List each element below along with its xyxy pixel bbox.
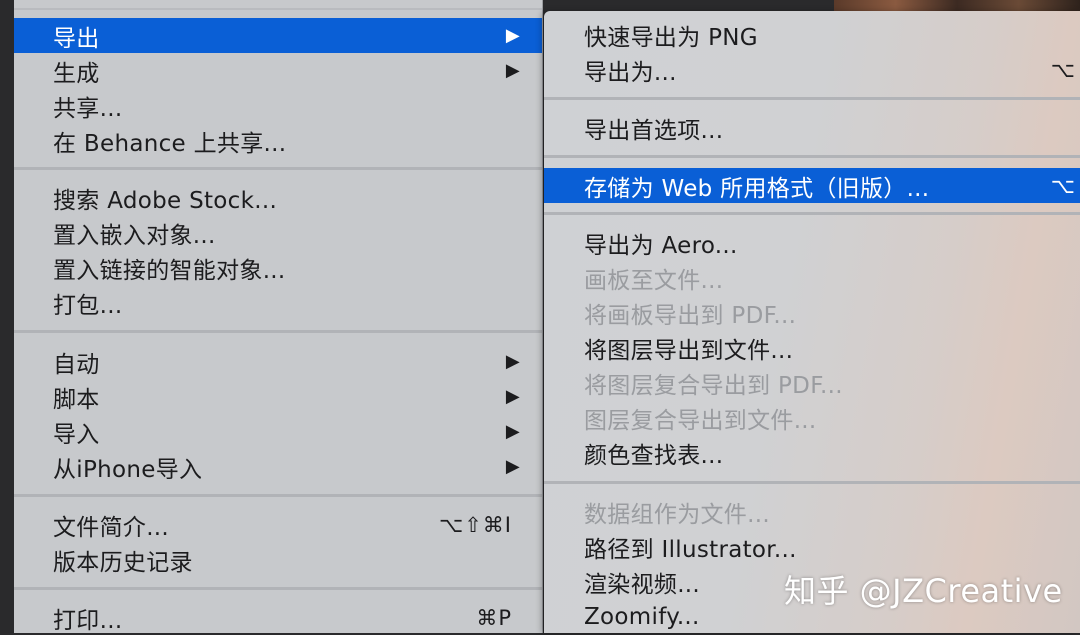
menu-item-package[interactable]: 打包... bbox=[14, 285, 542, 320]
menu-item-place-linked[interactable]: 置入链接的智能对象... bbox=[14, 250, 542, 285]
submenu-arrow-icon: ▶ bbox=[505, 386, 520, 407]
menu-separator bbox=[14, 587, 542, 590]
menu-item-share[interactable]: 共享... bbox=[14, 88, 542, 123]
menu-item-label: 打包... bbox=[53, 292, 123, 319]
submenu-arrow-icon: ▶ bbox=[505, 351, 520, 372]
submenu-item-data-sets-as-files: 数据组作为文件... bbox=[544, 494, 1080, 529]
menu-item-label: 搜索 Adobe Stock... bbox=[53, 187, 278, 214]
menu-item-label: Zoomify... bbox=[584, 603, 700, 630]
submenu-item-artboards-to-files: 画板至文件... bbox=[544, 260, 1080, 295]
menu-item-version-history[interactable]: 版本历史记录 bbox=[14, 542, 542, 577]
menu-item-label: 生成 bbox=[53, 60, 100, 87]
menu-item-label: 快速导出为 PNG bbox=[584, 24, 758, 51]
menu-item-label: 置入嵌入对象... bbox=[53, 222, 216, 249]
shortcut-label: ⌥ bbox=[1050, 173, 1076, 198]
menu-item-search-adobe-stock[interactable]: 搜索 Adobe Stock... bbox=[14, 180, 542, 215]
menu-top-divider bbox=[14, 8, 542, 10]
menu-item-label: 从iPhone导入 bbox=[53, 456, 203, 483]
submenu-item-color-lookup-tables[interactable]: 颜色查找表... bbox=[544, 435, 1080, 470]
menu-item-label: 在 Behance 上共享... bbox=[53, 130, 287, 157]
submenu-item-quick-export-png[interactable]: 快速导出为 PNG bbox=[544, 17, 1080, 52]
menu-item-import[interactable]: 导入 ▶ bbox=[14, 414, 542, 449]
menu-item-share-behance[interactable]: 在 Behance 上共享... bbox=[14, 123, 542, 158]
menu-item-label: 颜色查找表... bbox=[584, 442, 724, 469]
menu-item-label: 打印... bbox=[53, 607, 123, 634]
shortcut-label: ⌥ bbox=[1050, 57, 1076, 82]
submenu-item-export-as[interactable]: 导出为... ⌥ bbox=[544, 52, 1080, 87]
menu-separator bbox=[544, 212, 1080, 215]
menu-item-label: 导出 bbox=[53, 25, 100, 52]
submenu-arrow-icon: ▶ bbox=[505, 25, 520, 46]
menu-item-print[interactable]: 打印... ⌘P bbox=[14, 600, 542, 635]
menu-item-label: 将图层复合导出到 PDF... bbox=[584, 372, 843, 399]
menu-item-label: 画板至文件... bbox=[584, 267, 724, 294]
menu-separator bbox=[544, 481, 1080, 484]
submenu-item-save-for-web[interactable]: 存储为 Web 所用格式（旧版）... ⌥ bbox=[544, 168, 1080, 203]
export-submenu: 快速导出为 PNG 导出为... ⌥ 导出首选项... 存储为 Web 所用格式… bbox=[544, 11, 1080, 633]
submenu-item-paths-to-illustrator[interactable]: 路径到 Illustrator... bbox=[544, 529, 1080, 564]
submenu-arrow-icon: ▶ bbox=[505, 421, 520, 442]
menu-item-label: 脚本 bbox=[53, 386, 100, 413]
menu-separator bbox=[14, 494, 542, 497]
menu-item-label: 将图层导出到文件... bbox=[584, 337, 794, 364]
file-menu: 导出 ▶ 生成 ▶ 共享... 在 Behance 上共享... 搜索 Adob… bbox=[14, 0, 543, 635]
menu-item-label: 图层复合导出到文件... bbox=[584, 407, 817, 434]
menu-item-label: 导出为... bbox=[584, 59, 677, 86]
submenu-item-artboards-to-pdf: 将画板导出到 PDF... bbox=[544, 295, 1080, 330]
menu-item-import-from-iphone[interactable]: 从iPhone导入 ▶ bbox=[14, 449, 542, 484]
menu-item-label: 数据组作为文件... bbox=[584, 501, 770, 528]
menu-item-place-embedded[interactable]: 置入嵌入对象... bbox=[14, 215, 542, 250]
submenu-item-export-aero[interactable]: 导出为 Aero... bbox=[544, 225, 1080, 260]
menu-item-scripts[interactable]: 脚本 ▶ bbox=[14, 379, 542, 414]
submenu-item-export-preferences[interactable]: 导出首选项... bbox=[544, 110, 1080, 145]
menu-item-label: 路径到 Illustrator... bbox=[584, 536, 797, 563]
menu-item-file-info[interactable]: 文件简介... ⌥⇧⌘I bbox=[14, 507, 542, 542]
submenu-item-layers-to-files[interactable]: 将图层导出到文件... bbox=[544, 330, 1080, 365]
menu-item-export[interactable]: 导出 ▶ bbox=[14, 18, 542, 53]
menu-item-label: 自动 bbox=[53, 351, 100, 378]
menu-item-label: 共享... bbox=[53, 95, 123, 122]
submenu-arrow-icon: ▶ bbox=[505, 456, 520, 477]
submenu-arrow-icon: ▶ bbox=[505, 60, 520, 81]
menu-item-label: 存储为 Web 所用格式（旧版）... bbox=[584, 175, 930, 202]
submenu-item-layer-comps-to-files: 图层复合导出到文件... bbox=[544, 400, 1080, 435]
menu-separator bbox=[14, 330, 542, 333]
menu-item-label: 导入 bbox=[53, 421, 100, 448]
menu-separator bbox=[544, 155, 1080, 158]
menu-item-label: 版本历史记录 bbox=[53, 549, 193, 576]
submenu-item-layer-comps-to-pdf: 将图层复合导出到 PDF... bbox=[544, 365, 1080, 400]
menu-separator bbox=[14, 167, 542, 170]
background-photo bbox=[834, 0, 1080, 11]
menu-item-label: 导出为 Aero... bbox=[584, 232, 738, 259]
menu-item-generate[interactable]: 生成 ▶ bbox=[14, 53, 542, 88]
watermark-text: 知乎 @JZCreative bbox=[784, 572, 1063, 610]
menu-item-label: 渲染视频... bbox=[584, 571, 701, 598]
menu-item-label: 文件简介... bbox=[53, 514, 170, 541]
menu-item-label: 将画板导出到 PDF... bbox=[584, 302, 797, 329]
shortcut-label: ⌥⇧⌘I bbox=[439, 512, 512, 537]
menu-item-automate[interactable]: 自动 ▶ bbox=[14, 344, 542, 379]
shortcut-label: ⌘P bbox=[476, 605, 512, 630]
menu-separator bbox=[544, 97, 1080, 100]
menu-item-label: 置入链接的智能对象... bbox=[53, 257, 286, 284]
menu-item-label: 导出首选项... bbox=[584, 117, 724, 144]
